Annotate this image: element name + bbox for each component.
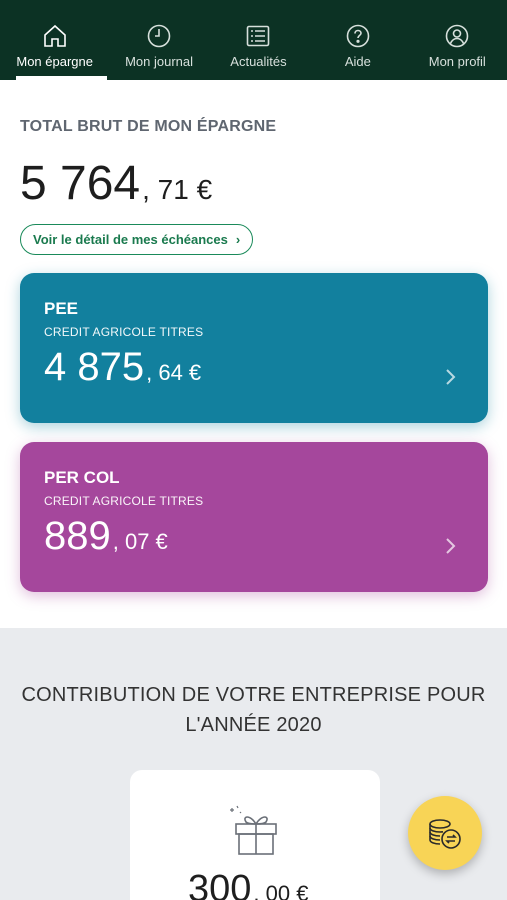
chevron-right-icon — [446, 538, 456, 554]
nav-label: Mon journal — [125, 54, 194, 69]
total-savings-section: TOTAL BRUT DE MON ÉPARGNE 5 764, 71 € Vo… — [20, 118, 490, 255]
account-amount-integer: 4 875 — [44, 345, 145, 389]
home-icon — [41, 22, 69, 50]
coins-exchange-fab[interactable] — [408, 796, 482, 870]
nav-label: Mon profil — [428, 54, 486, 69]
contribution-amount-integer: 300 — [188, 868, 252, 900]
gift-icon — [230, 805, 277, 855]
account-title: PER COL — [44, 468, 120, 487]
account-subtitle: CREDIT AGRICOLE TITRES — [44, 325, 204, 339]
nav-label: Actualités — [230, 54, 287, 69]
total-amount-decimal: , 71 € — [142, 174, 213, 205]
account-amount-decimal: , 07 € — [112, 529, 168, 554]
coins-icon — [429, 819, 461, 849]
contribution-title: CONTRIBUTION DE VOTRE ENTREPRISE POUR L'… — [20, 680, 487, 740]
detail-button-label: Voir le détail de mes échéances — [33, 232, 228, 247]
contribution-title-line1: CONTRIBUTION DE VOTRE ENTREPRISE POUR — [21, 684, 486, 706]
account-amount-integer: 889 — [44, 514, 111, 558]
account-card-pee[interactable]: PEE CREDIT AGRICOLE TITRES 4 875, 64 € — [20, 273, 488, 423]
nav-item-mon-epargne[interactable]: Mon épargne — [0, 0, 109, 80]
total-title: TOTAL BRUT DE MON ÉPARGNE — [20, 118, 277, 135]
help-icon — [344, 22, 372, 50]
nav-item-mon-profil[interactable]: Mon profil — [408, 0, 507, 80]
contribution-card[interactable]: 300, 00 € — [130, 770, 380, 900]
account-title: PEE — [44, 299, 79, 318]
nav-item-mon-journal[interactable]: Mon journal — [109, 0, 208, 80]
nav-item-actualites[interactable]: Actualités — [209, 0, 308, 80]
contribution-amount-decimal: , 00 € — [253, 881, 309, 900]
total-amount: 5 764, 71 € — [20, 160, 490, 208]
nav-item-aide[interactable]: Aide — [308, 0, 407, 80]
news-icon — [244, 22, 272, 50]
account-amount-decimal: , 64 € — [146, 360, 202, 385]
contribution-amount: 300, 00 € — [188, 870, 308, 900]
chevron-right-icon: › — [235, 232, 241, 247]
profile-icon — [443, 22, 471, 50]
clock-icon — [145, 22, 173, 50]
account-amount: 889, 07 € — [44, 516, 464, 556]
nav-label: Mon épargne — [16, 54, 93, 69]
nav-label: Aide — [344, 54, 371, 69]
total-amount-integer: 5 764 — [20, 157, 141, 210]
chevron-right-icon — [446, 369, 456, 385]
account-subtitle: CREDIT AGRICOLE TITRES — [44, 494, 204, 508]
detail-echeances-button[interactable]: Voir le détail de mes échéances › — [20, 224, 254, 255]
account-amount: 4 875, 64 € — [44, 347, 464, 387]
account-card-per-col[interactable]: PER COL CREDIT AGRICOLE TITRES 889, 07 € — [20, 442, 488, 592]
contribution-title-line2: L'ANNÉE 2020 — [185, 714, 322, 736]
top-navigation: Mon épargne Mon journal Actualités Aide … — [0, 0, 507, 80]
